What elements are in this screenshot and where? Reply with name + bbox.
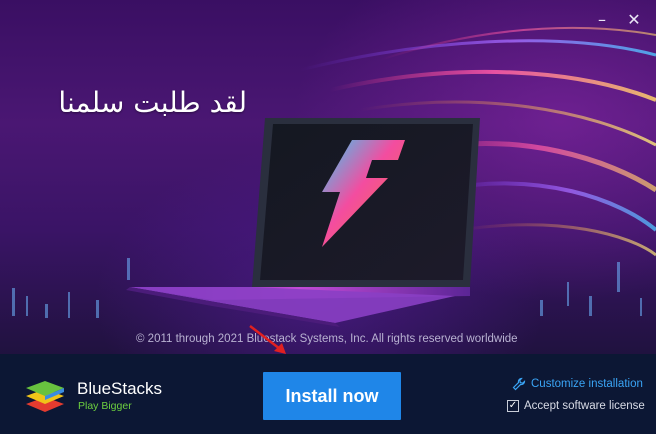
install-now-button[interactable]: Install now (263, 372, 401, 420)
wrench-icon (512, 377, 526, 391)
copyright-text: © 2011 through 2021 Bluestack Systems, I… (136, 333, 518, 345)
installer-window: – ✕ لقد طلبت سلمنا © 2011 through 2021 B… (0, 0, 656, 434)
bluestacks-logo-icon (26, 381, 64, 412)
accept-license-label: Accept software license (524, 400, 645, 412)
brand-name: BlueStacks (77, 379, 163, 398)
hero-artwork (12, 26, 656, 327)
customize-installation-link[interactable]: Customize installation (512, 377, 643, 391)
hero-banner: – ✕ لقد طلبت سلمنا © 2011 through 2021 B… (0, 0, 656, 354)
red-arrow-icon (249, 325, 286, 354)
customize-installation-label: Customize installation (531, 378, 643, 390)
accept-license-checkbox[interactable]: ✓ (507, 400, 519, 412)
brand-tagline: Play Bigger (78, 400, 132, 412)
close-icon[interactable]: ✕ (626, 12, 642, 28)
overlay-arabic-text: لقد طلبت سلمنا (58, 86, 247, 119)
minimize-icon[interactable]: – (594, 12, 610, 28)
accept-license-row[interactable]: ✓ Accept software license (507, 400, 645, 412)
